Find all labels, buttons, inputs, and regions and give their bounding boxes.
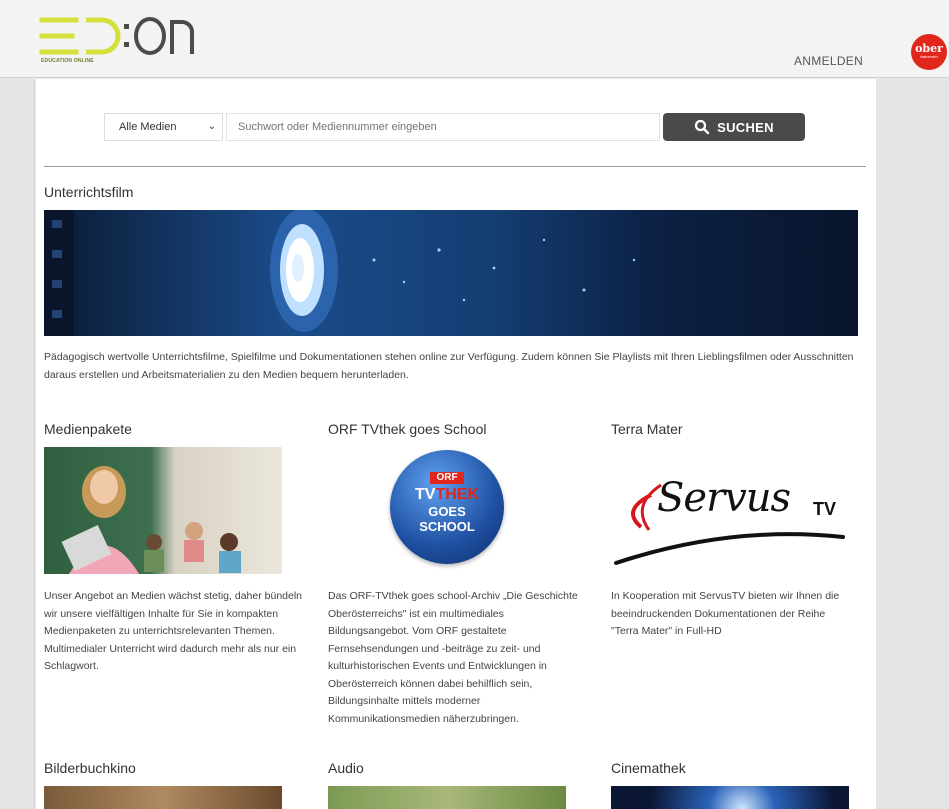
classroom-illustration bbox=[61, 466, 241, 574]
left-gutter bbox=[0, 79, 35, 809]
logo-subtitle: EDUCATION ONLINE bbox=[41, 58, 94, 64]
thek-text: THEK bbox=[435, 486, 479, 503]
school-text: SCHOOL bbox=[419, 519, 475, 534]
section-divider bbox=[44, 166, 866, 167]
site-header: EDUCATION ONLINE ANMELDEN ober österreic… bbox=[0, 0, 949, 78]
orf-tvthek-badge[interactable]: ORF TVTHEK GOES SCHOOL bbox=[390, 450, 504, 564]
goes-text: GOES bbox=[428, 504, 466, 519]
medienpakete-image[interactable] bbox=[44, 447, 282, 574]
oberoesterreich-logo[interactable]: ober österreich bbox=[911, 34, 947, 70]
card-title-terra-mater[interactable]: Terra Mater bbox=[611, 421, 683, 437]
card-title-audio[interactable]: Audio bbox=[328, 760, 364, 776]
tv-text: TV bbox=[414, 486, 436, 503]
tvthek-label: TVTHEK bbox=[390, 486, 504, 504]
card-title-orf-tvthek[interactable]: ORF TVthek goes School bbox=[328, 421, 486, 437]
projector-illustration bbox=[44, 210, 636, 336]
cinemathek-image[interactable] bbox=[611, 786, 849, 809]
featured-description: Pädagogisch wertvolle Unterrichtsfilme, … bbox=[44, 351, 854, 381]
bilderbuchkino-image[interactable] bbox=[44, 786, 282, 809]
featured-banner-image[interactable] bbox=[44, 210, 858, 336]
servus-text: Servus bbox=[657, 475, 791, 521]
search-button-label: SUCHEN bbox=[717, 119, 774, 135]
card-text-terra-mater: In Kooperation mit ServusTV bieten wir I… bbox=[611, 590, 840, 637]
audio-image[interactable] bbox=[328, 786, 566, 809]
search-icon bbox=[695, 119, 710, 135]
right-gutter bbox=[876, 79, 949, 809]
card-text-orf-tvthek: Das ORF-TVthek goes school-Archiv „Die G… bbox=[328, 590, 578, 725]
badge-line1: ober bbox=[915, 42, 943, 55]
media-type-value: Alle Medien bbox=[119, 121, 177, 133]
search-input[interactable] bbox=[226, 113, 660, 141]
orf-label: ORF bbox=[430, 472, 464, 484]
featured-title[interactable]: Unterrichtsfilm bbox=[44, 184, 133, 200]
card-title-medienpakete[interactable]: Medienpakete bbox=[44, 421, 132, 437]
login-link[interactable]: ANMELDEN bbox=[794, 54, 863, 68]
media-type-select[interactable]: Alle Medien ⌄ bbox=[104, 113, 223, 141]
servustv-logo[interactable]: Servus TV bbox=[611, 455, 851, 567]
chevron-down-icon: ⌄ bbox=[207, 121, 216, 132]
card-title-bilderbuchkino[interactable]: Bilderbuchkino bbox=[44, 760, 136, 776]
tv-suffix-text: TV bbox=[813, 499, 837, 519]
search-button[interactable]: SUCHEN bbox=[663, 113, 805, 141]
card-text-medienpakete: Unser Angebot an Medien wächst stetig, d… bbox=[44, 590, 303, 672]
card-title-cinemathek[interactable]: Cinemathek bbox=[611, 760, 686, 776]
